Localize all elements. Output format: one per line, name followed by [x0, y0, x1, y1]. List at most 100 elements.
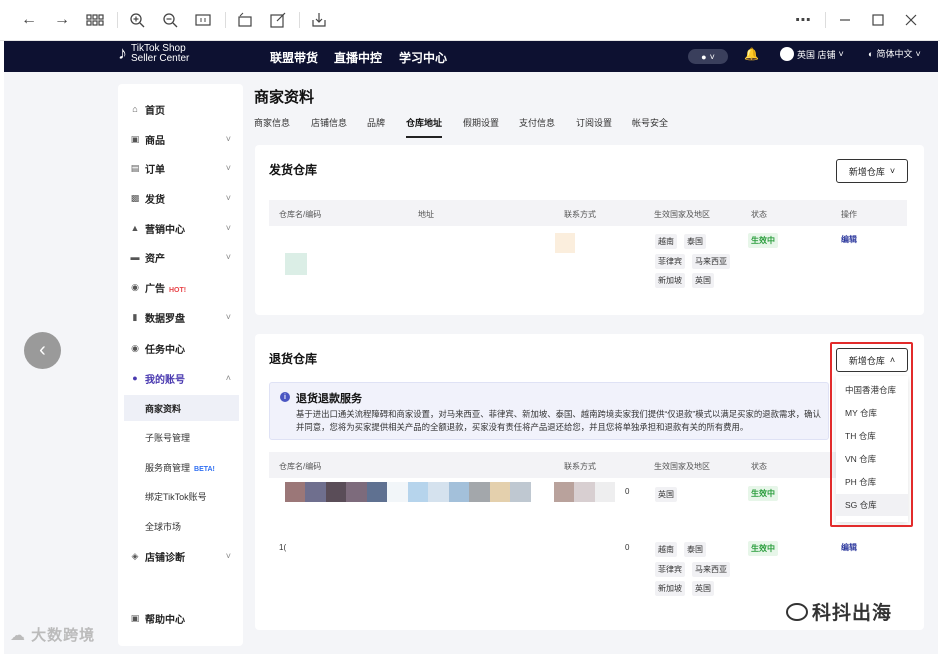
ad-icon: ◉ — [131, 281, 139, 292]
tab-holiday[interactable]: 假期设置 — [463, 116, 499, 138]
tiktok-note-icon: ♪ — [118, 43, 127, 63]
edit-icon[interactable] — [267, 9, 289, 31]
sidebar-item-help-center[interactable]: ▣ 帮助中心 — [118, 605, 243, 631]
chevron-down-icon: ˅ — [225, 193, 231, 203]
region-tag: 马来西亚 — [692, 254, 730, 269]
prev-page-button[interactable]: ‹ — [24, 332, 61, 369]
edit-link[interactable]: 编辑 — [841, 542, 857, 553]
medal-icon: ◉ — [131, 342, 139, 353]
forward-icon[interactable]: → — [51, 9, 73, 31]
region-tag: 越南 — [655, 234, 677, 249]
bell-icon[interactable]: 🔔 — [744, 47, 759, 61]
redacted-block — [285, 253, 307, 275]
phone-fragment: 0 — [625, 543, 630, 552]
chevron-down-icon: ˅ — [709, 51, 715, 62]
lang-label: 简体中文 — [876, 49, 913, 59]
shipping-title: 发货仓库 — [269, 163, 318, 177]
notice-text: 基于进出口通关流程障碍和商家设置，对马来西亚、菲律宾、新加坡、泰国、越南跨境卖家… — [296, 409, 821, 432]
zoom-out-icon[interactable] — [159, 9, 181, 31]
nav-affiliate[interactable]: 联盟带货 — [270, 49, 318, 66]
return-table-header: 仓库名/编码 地址 联系方式 生效国家及地区 状态 — [269, 452, 907, 478]
chevron-down-icon: ˅ — [225, 252, 231, 262]
rotate-icon[interactable] — [234, 9, 256, 31]
tab-brand[interactable]: 品牌 — [367, 116, 385, 138]
nav-live[interactable]: 直播中控 — [334, 49, 382, 66]
globe-icon: ◐ — [868, 48, 874, 59]
region-tag: 英国 — [692, 581, 714, 596]
sidebar-item-products[interactable]: ▣ 商品 ˅ — [118, 126, 243, 152]
region-tag: 菲律宾 — [655, 254, 685, 269]
tab-account-security[interactable]: 帐号安全 — [632, 116, 668, 138]
shop-switcher[interactable]: 英国 店铺 ˅ — [780, 47, 844, 61]
megaphone-icon: ▲ — [130, 223, 140, 233]
shipping-table-header: 仓库名/编码 地址 联系方式 生效国家及地区 状态 操作 — [269, 200, 907, 226]
notice-title: 退货退款服务 — [296, 393, 362, 405]
sidebar-item-my-account[interactable]: ● 我的账号 ˄ — [118, 365, 243, 391]
chevron-down-icon: ˅ — [225, 551, 231, 561]
close-icon[interactable] — [900, 9, 922, 31]
page-title: 商家资料 — [254, 89, 315, 106]
tab-payment[interactable]: 支付信息 — [519, 116, 555, 138]
warehouse-name-fragment: 1( — [279, 543, 287, 552]
sidebar-sub-global-market[interactable]: 全球市场 — [124, 513, 239, 539]
edit-link[interactable]: 编辑 — [841, 234, 857, 245]
wechat-icon — [786, 602, 808, 621]
chevron-down-icon: ˅ — [838, 49, 844, 59]
truck-icon: ▩ — [130, 192, 140, 203]
shield-icon: ◈ — [131, 550, 139, 561]
region-tag: 新加坡 — [655, 581, 685, 596]
sidebar-item-shop-diagnosis[interactable]: ◈ 店铺诊断 ˅ — [118, 543, 243, 569]
zoom-in-icon[interactable] — [126, 9, 148, 31]
sidebar-item-home[interactable]: ⌂ 首页 — [118, 96, 243, 122]
redacted-block — [555, 233, 575, 253]
help-icon: ▣ — [130, 612, 140, 623]
fit-icon[interactable] — [192, 9, 214, 31]
sidebar-sub-merchant-info[interactable]: 商家资料 — [124, 395, 239, 421]
hot-badge: HOT! — [169, 286, 187, 294]
apps-icon[interactable] — [84, 9, 106, 31]
region-tag: 英国 — [692, 273, 714, 288]
watermark-left: ☁ 大数跨境 — [10, 627, 96, 644]
logo-line1: TikTok Shop — [131, 42, 186, 54]
tab-warehouse[interactable]: 仓库地址 — [406, 116, 443, 138]
more-icon[interactable]: ⋯ — [792, 9, 814, 31]
sidebar-item-orders[interactable]: ▤ 订单 ˅ — [118, 155, 243, 181]
nav-learning[interactable]: 学习中心 — [399, 49, 447, 66]
sidebar-sub-bind-tiktok[interactable]: 绑定TikTok账号 — [124, 483, 239, 509]
language-switcher[interactable]: ◐ 简体中文 ˅ — [868, 47, 921, 60]
status-badge: 生效中 — [748, 486, 778, 501]
tiktok-logo[interactable]: ♪ TikTok Shop Seller Center — [118, 43, 189, 64]
maximize-icon[interactable] — [867, 9, 889, 31]
beta-badge: BETA! — [194, 465, 215, 473]
watermark-right: 科抖出海 — [786, 598, 892, 625]
chevron-down-icon: ˅ — [225, 312, 231, 322]
back-icon[interactable]: ← — [18, 9, 40, 31]
avatar — [780, 47, 794, 61]
minimize-icon[interactable] — [834, 9, 856, 31]
chevron-down-icon: ˅ — [225, 134, 231, 144]
sidebar-item-assets[interactable]: ▬ 资产 ˅ — [118, 244, 243, 270]
status-badge: 生效中 — [748, 233, 778, 248]
sidebar-item-task-center[interactable]: ◉ 任务中心 — [118, 335, 243, 361]
user-icon: ● — [132, 373, 138, 383]
sidebar-item-marketing[interactable]: ▲ 营销中心 ˅ — [118, 215, 243, 241]
download-icon[interactable] — [308, 9, 330, 31]
info-icon: i — [280, 392, 290, 402]
sidebar-item-shipping[interactable]: ▩ 发货 ˅ — [118, 185, 243, 211]
sidebar-sub-service-providers[interactable]: 服务商管理 BETA! — [124, 454, 239, 480]
tab-merchant-info[interactable]: 商家信息 — [254, 116, 290, 138]
logo-line2: Seller Center — [131, 52, 190, 64]
tab-subscription[interactable]: 订阅设置 — [576, 116, 612, 138]
sidebar-item-data-compass[interactable]: ▮ 数据罗盘 ˅ — [118, 304, 243, 330]
chat-button[interactable]: ● ˅ — [688, 49, 728, 64]
return-title: 退货仓库 — [269, 352, 318, 366]
sidebar: ⌂ 首页 ▣ 商品 ˅ ▤ 订单 ˅ ▩ 发货 ˅ ▲ 营销中心 ˅ ▬ 资产 … — [118, 84, 243, 646]
tab-shop-info[interactable]: 店铺信息 — [311, 116, 347, 138]
highlight-box — [830, 342, 913, 527]
tab-bar: 商家信息 店铺信息 品牌 仓库地址 假期设置 支付信息 订阅设置 帐号安全 — [254, 116, 908, 140]
phone-fragment: 0 — [625, 487, 630, 496]
sidebar-sub-subaccounts[interactable]: 子账号管理 — [124, 424, 239, 450]
add-shipping-warehouse-button[interactable]: 新增仓库 ˅ — [836, 159, 908, 183]
region-tag: 泰国 — [684, 234, 706, 249]
sidebar-item-ads[interactable]: ◉ 广告 HOT! — [118, 274, 243, 300]
